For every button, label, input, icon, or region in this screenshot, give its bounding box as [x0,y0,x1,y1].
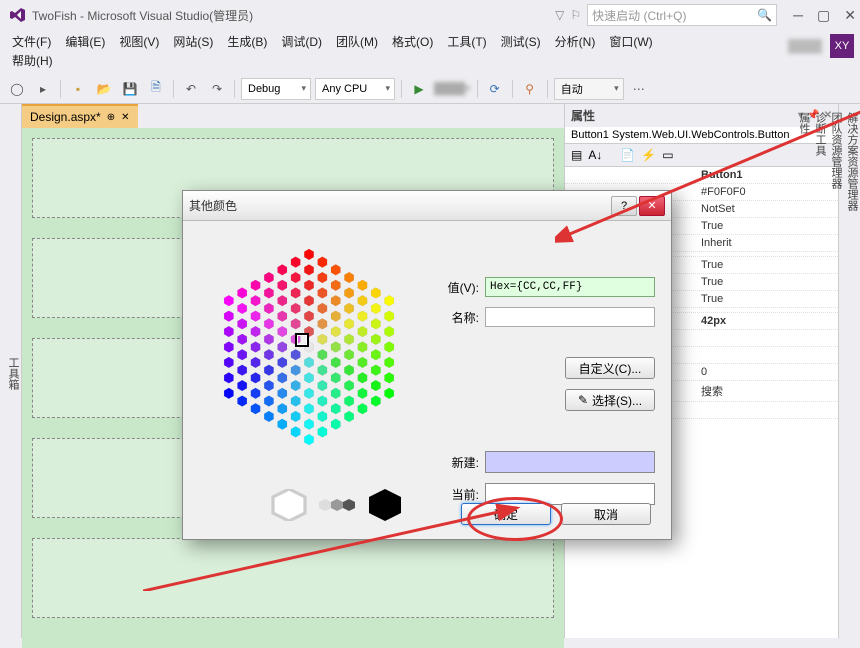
new-swatch [485,451,655,473]
browser-link-button[interactable]: ⟳ [484,78,506,100]
start-button[interactable]: ▶ [408,78,430,100]
value-row: 值(V): [429,277,655,297]
menu-file[interactable]: 文件(F) [6,31,57,52]
picker-cursor [295,333,309,347]
categorized-icon[interactable]: ▤ [571,148,582,162]
window-title: TwoFish - Microsoft Visual Studio(管理员) [32,7,253,24]
name-label: 名称: [429,309,479,326]
hex-color-picker[interactable] [199,247,419,447]
find-button[interactable]: ⚲ [519,78,541,100]
swatch-black[interactable] [367,489,403,521]
dialog-titlebar[interactable]: 其他颜色 ? ✕ [183,191,671,221]
dialog-close-button[interactable]: ✕ [639,196,665,216]
custom-button[interactable]: 自定义(C)... [565,357,655,379]
new-button[interactable]: ▪ [67,78,89,100]
value-input[interactable] [485,277,655,297]
close-icon[interactable]: ✕ [121,112,129,123]
menu-debug[interactable]: 调试(D) [275,31,328,52]
design-row[interactable] [32,538,554,618]
select-button[interactable]: ✎选择(S)... [565,389,655,411]
menu-format[interactable]: 格式(O) [386,31,439,52]
current-label: 当前: [429,486,479,503]
menu-team[interactable]: 团队(M) [330,31,384,52]
events-icon[interactable]: ⚡ [641,148,656,162]
rail-team-explorer[interactable]: 团队资源管理器 [828,108,844,638]
rail-solution-explorer[interactable]: 解决方案资源管理器 [844,108,860,638]
value-label: 值(V): [429,279,479,296]
titlebar: TwoFish - Microsoft Visual Studio(管理员) ▽… [0,0,860,30]
menu-edit[interactable]: 编辑(E) [59,31,111,52]
maximize-button[interactable]: ▢ [817,7,830,24]
menu-help[interactable]: 帮助(H) [6,52,59,70]
toolbox-rail[interactable]: 工具箱 [0,104,22,638]
cancel-button[interactable]: 取消 [561,503,651,525]
start-target[interactable]: ████▾ [434,82,471,95]
dialog-help-button[interactable]: ? [611,196,637,216]
prop-pages-icon[interactable]: ▭ [662,148,673,162]
document-tabs: Design.aspx* ⊕ ✕ [22,104,564,128]
menu-test[interactable]: 测试(S) [495,31,547,52]
nav-fwd-button[interactable]: ▸ [32,78,54,100]
menu-build[interactable]: 生成(B) [221,31,273,52]
menu-tools[interactable]: 工具(T) [441,31,492,52]
menu-website[interactable]: 网站(S) [167,31,219,52]
current-swatch [485,483,655,505]
auto-combo[interactable]: 自动 [554,78,624,100]
new-label: 新建: [429,454,479,471]
config-combo[interactable]: Debug [241,78,311,100]
preset-swatches [271,489,403,521]
current-color-row: 当前: [429,483,655,505]
notification-icon[interactable]: ▽ [555,8,564,22]
new-color-row: 新建: [429,451,655,473]
toolbar-overflow[interactable]: ⋯ [628,78,650,100]
nav-back-button[interactable]: ◯ [6,78,28,100]
quick-launch-input[interactable]: 快速启动 (Ctrl+Q) 🔍 [587,4,777,26]
quick-launch-placeholder: 快速启动 (Ctrl+Q) [592,7,686,24]
name-row: 名称: [429,307,655,327]
undo-button[interactable]: ↶ [180,78,202,100]
save-all-button[interactable]: 🗎 [145,78,167,100]
ok-button[interactable]: 确定 [461,503,551,525]
pin-icon[interactable]: ⊕ [107,112,115,123]
rail-diagnostics[interactable]: 诊断工具 [812,108,828,638]
feedback-icon[interactable]: ⚐ [570,8,581,22]
doc-tab-design[interactable]: Design.aspx* ⊕ ✕ [22,104,138,128]
alphabetical-icon[interactable]: A↓ [588,148,602,162]
swatch-white[interactable] [271,489,307,521]
vs-logo-icon [10,7,26,23]
menu-window[interactable]: 窗口(W) [603,31,658,52]
open-button[interactable]: 📂 [93,78,115,100]
right-rail: 解决方案资源管理器 团队资源管理器 诊断工具 属性 [838,104,860,638]
doc-tab-label: Design.aspx* [30,110,101,124]
user-name[interactable]: ████ [788,39,822,53]
minimize-button[interactable]: ─ [793,7,803,24]
properties-icon[interactable]: 📄 [620,148,635,162]
color-dialog: 其他颜色 ? ✕ 值(V): 名称: 自定义(C)... ✎选择(S)... [182,190,672,540]
redo-button[interactable]: ↷ [206,78,228,100]
menubar-row2: 帮助(H) [0,52,860,74]
dialog-footer: 确定 取消 [461,503,651,525]
save-button[interactable]: 💾 [119,78,141,100]
swatch-gray[interactable] [319,489,355,521]
menubar: 文件(F) 编辑(E) 视图(V) 网站(S) 生成(B) 调试(D) 团队(M… [0,30,860,52]
user-badge[interactable]: XY [830,34,854,58]
platform-combo[interactable]: Any CPU [315,78,395,100]
rail-properties[interactable]: 属性 [796,108,812,638]
search-icon: 🔍 [757,8,772,22]
properties-title: 属性 [571,107,595,124]
dialog-title: 其他颜色 [189,197,237,214]
close-button[interactable]: ✕ [844,7,856,24]
menu-view[interactable]: 视图(V) [113,31,165,52]
toolbar: ◯ ▸ ▪ 📂 💾 🗎 ↶ ↷ Debug Any CPU ▶ ████▾ ⟳ … [0,74,860,104]
name-input[interactable] [485,307,655,327]
eyedropper-icon: ✎ [578,393,588,407]
menu-analyze[interactable]: 分析(N) [549,31,602,52]
